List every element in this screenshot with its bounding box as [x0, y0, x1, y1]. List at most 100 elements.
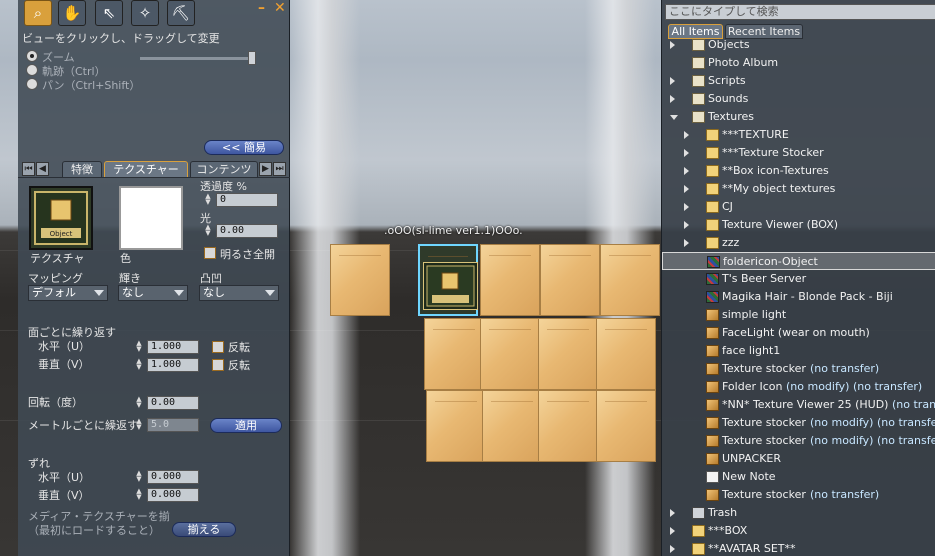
offset-v-spinner[interactable]: ▲ ▼ — [133, 488, 145, 502]
inventory-folder[interactable]: Trash — [662, 504, 935, 522]
wooden-box[interactable] — [596, 318, 656, 390]
zoom-slider-track[interactable] — [140, 57, 256, 60]
inventory-item[interactable]: Magika Hair - Blonde Pack - Biji — [662, 288, 935, 306]
rotation-input[interactable]: 0.00 — [147, 396, 199, 410]
inventory-folder[interactable]: Objects — [662, 36, 935, 54]
inventory-item[interactable]: face light1 — [662, 342, 935, 360]
inventory-folder[interactable]: Textures — [662, 108, 935, 126]
inventory-folder[interactable]: ***TEXTURE — [662, 126, 935, 144]
inventory-item[interactable]: Texture stocker (no transfer) — [662, 360, 935, 378]
wooden-box[interactable] — [600, 244, 660, 316]
inventory-folder[interactable]: **Box icon-Textures — [662, 162, 935, 180]
inventory-item[interactable]: Texture stocker (no modify) (no transfer… — [662, 432, 935, 450]
inventory-folder[interactable]: Texture Viewer (BOX) — [662, 216, 935, 234]
wooden-box[interactable] — [480, 318, 540, 390]
twisty-closed-icon[interactable] — [684, 131, 689, 139]
twisty-closed-icon[interactable] — [670, 41, 675, 49]
apply-button[interactable]: 適用 — [210, 418, 282, 433]
twisty-closed-icon[interactable] — [670, 95, 675, 103]
tab-prev-button[interactable]: ◀ — [36, 162, 49, 176]
twisty-closed-icon[interactable] — [684, 239, 689, 247]
radio-pan[interactable] — [26, 78, 38, 90]
tab-texture[interactable]: テクスチャー — [104, 161, 188, 177]
inventory-item[interactable]: foldericon-Object — [662, 252, 935, 270]
tab-contents[interactable]: コンテンツ — [190, 161, 258, 177]
wooden-box[interactable] — [480, 244, 540, 316]
focus-tool-button[interactable]: ⌕ — [24, 0, 52, 26]
repeat-u-input[interactable]: 1.000 — [147, 340, 199, 354]
inventory-folder[interactable]: Sounds — [662, 90, 935, 108]
edit-tool-button[interactable]: ⇖ — [95, 0, 123, 26]
tab-last-button[interactable]: ⏭ — [273, 162, 286, 176]
transparency-input[interactable]: 0 — [216, 193, 278, 207]
repeat-u-spinner[interactable]: ▲ ▼ — [133, 340, 145, 354]
texture-picker[interactable]: Object — [29, 186, 93, 250]
inventory-folder[interactable]: **My object textures — [662, 180, 935, 198]
transparency-spinner[interactable]: ▲ ▼ — [202, 193, 214, 207]
align-button[interactable]: 揃える — [172, 522, 236, 537]
twisty-open-icon[interactable] — [670, 115, 678, 120]
twisty-closed-icon[interactable] — [670, 545, 675, 553]
twisty-closed-icon[interactable] — [684, 167, 689, 175]
inventory-item[interactable]: UNPACKER — [662, 450, 935, 468]
minimize-icon[interactable]: – — [258, 0, 265, 16]
inventory-item[interactable]: *NN* Texture Viewer 25 (HUD) (no transfe… — [662, 396, 935, 414]
twisty-closed-icon[interactable] — [670, 509, 675, 517]
offset-u-spinner[interactable]: ▲ ▼ — [133, 470, 145, 484]
inventory-item[interactable]: Folder Icon (no modify) (no transfer) — [662, 378, 935, 396]
wooden-box[interactable] — [540, 244, 600, 316]
wooden-box[interactable] — [596, 390, 656, 462]
offset-u-input[interactable]: 0.000 — [147, 470, 199, 484]
tab-first-button[interactable]: ⏮ — [22, 162, 35, 176]
simple-mode-button[interactable]: << 簡易 — [204, 140, 284, 155]
twisty-closed-icon[interactable] — [684, 149, 689, 157]
flip-u-checkbox[interactable] — [212, 341, 224, 353]
offset-v-input[interactable]: 0.000 — [147, 488, 199, 502]
color-swatch[interactable] — [119, 186, 183, 250]
fullbright-checkbox[interactable] — [204, 247, 216, 259]
close-icon[interactable]: ✕ — [274, 0, 286, 16]
glow-input[interactable]: 0.00 — [216, 224, 278, 238]
repeat-v-input[interactable]: 1.000 — [147, 358, 199, 372]
inventory-folder[interactable]: zzz — [662, 234, 935, 252]
radio-orbit[interactable] — [26, 64, 38, 76]
radio-zoom[interactable] — [26, 50, 38, 62]
twisty-closed-icon[interactable] — [684, 185, 689, 193]
inventory-item[interactable]: simple light — [662, 306, 935, 324]
twisty-closed-icon[interactable] — [670, 77, 675, 85]
wooden-box[interactable] — [330, 244, 390, 316]
rotation-spinner[interactable]: ▲ ▼ — [133, 396, 145, 410]
inventory-search-input[interactable]: ここにタイプして検索 — [665, 4, 935, 20]
inventory-folder[interactable]: Scripts — [662, 72, 935, 90]
create-tool-button[interactable]: ✧ — [131, 0, 159, 26]
inventory-item[interactable]: FaceLight (wear on mouth) — [662, 324, 935, 342]
repeats-per-meter-spinner[interactable]: ▲ ▼ — [133, 418, 145, 432]
mapping-combo[interactable]: デフォル — [28, 285, 108, 301]
wooden-box[interactable] — [538, 318, 598, 390]
zoom-slider-knob[interactable] — [248, 51, 256, 65]
glow-spinner[interactable]: ▲ ▼ — [202, 224, 214, 238]
bumpiness-combo[interactable]: なし — [199, 285, 279, 301]
inventory-folder[interactable]: ***Texture Stocker — [662, 144, 935, 162]
repeat-v-spinner[interactable]: ▲ ▼ — [133, 358, 145, 372]
twisty-closed-icon[interactable] — [684, 221, 689, 229]
twisty-closed-icon[interactable] — [670, 527, 675, 535]
land-tool-button[interactable]: ⛏ — [167, 0, 195, 26]
tab-features[interactable]: 特徴 — [62, 161, 102, 177]
inventory-folder[interactable]: **AVATAR SET** — [662, 540, 935, 556]
inventory-item[interactable]: Texture stocker (no transfer) — [662, 486, 935, 504]
shininess-combo[interactable]: なし — [118, 285, 188, 301]
inventory-item[interactable]: New Note — [662, 468, 935, 486]
tab-next-button[interactable]: ▶ — [259, 162, 272, 176]
inventory-item[interactable]: Texture stocker (no modify) (no transfer… — [662, 414, 935, 432]
twisty-closed-icon[interactable] — [684, 203, 689, 211]
wooden-box[interactable] — [426, 390, 486, 462]
inventory-folder[interactable]: CJ — [662, 198, 935, 216]
inventory-folder[interactable]: Photo Album — [662, 54, 935, 72]
wooden-box[interactable] — [538, 390, 598, 462]
wooden-box[interactable] — [482, 390, 542, 462]
wooden-box[interactable] — [424, 318, 484, 390]
move-tool-button[interactable]: ✋ — [58, 0, 86, 26]
flip-v-checkbox[interactable] — [212, 359, 224, 371]
inventory-item[interactable]: T's Beer Server — [662, 270, 935, 288]
